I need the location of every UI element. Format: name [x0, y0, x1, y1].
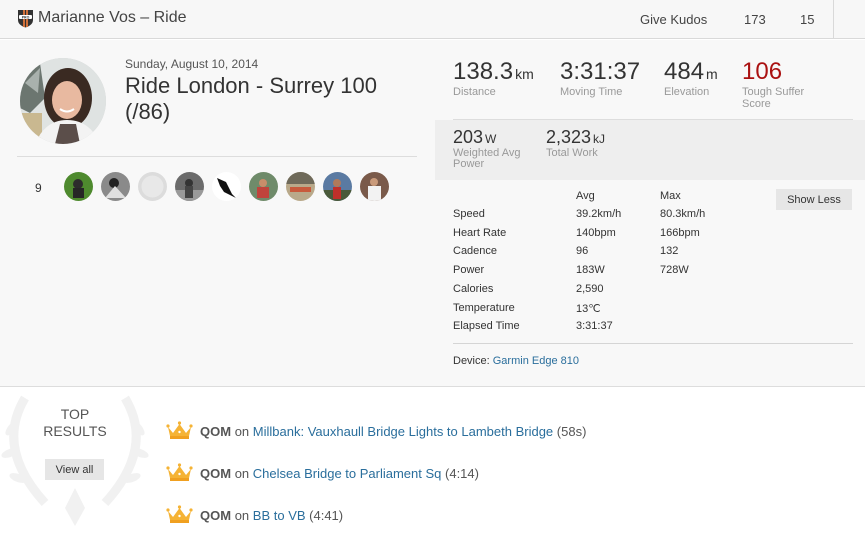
details-label: Temperature	[453, 301, 515, 314]
details-avg: 2,590	[576, 282, 604, 295]
view-all-button[interactable]: View all	[45, 459, 104, 480]
group-athlete-avatar[interactable]	[212, 172, 241, 201]
details-avg: 140bpm	[576, 226, 616, 239]
details-max: 132	[660, 245, 679, 258]
top-result-item: QOM on BB to VB (4:41)	[165, 504, 343, 524]
details-max: 728W	[660, 264, 689, 277]
details-label: Speed	[453, 208, 485, 220]
crown-icon	[165, 462, 194, 482]
divider	[17, 156, 417, 157]
distance-label: Distance	[453, 86, 496, 98]
stat-weighted-power: 203 W Weighted Avg Power	[453, 127, 520, 170]
suffer-score-value: 106	[742, 58, 783, 85]
group-athletes-count[interactable]: 9	[35, 181, 42, 195]
total-work-value: 2,323	[546, 127, 592, 147]
avg-column-header: Avg	[576, 190, 595, 202]
distance-value: 138.3	[453, 58, 514, 85]
achievement-label: QOM	[200, 508, 232, 523]
stat-total-work: 2,323 kJ Total Work	[546, 127, 605, 159]
weighted-power-label-2: Power	[453, 158, 485, 170]
group-athlete-avatar[interactable]	[286, 172, 315, 201]
segment-time: (4:14)	[445, 466, 479, 481]
on-text: on	[234, 466, 250, 481]
segment-time: (4:41)	[309, 508, 344, 523]
activity-date: Sunday, August 10, 2014	[125, 57, 259, 71]
comment-count[interactable]: 15	[800, 12, 814, 27]
achievement-label: QOM	[200, 466, 232, 481]
svg-text:PRO: PRO	[22, 15, 30, 19]
activity-summary: Sunday, August 10, 2014 Ride London - Su…	[0, 40, 865, 387]
group-athlete-avatar[interactable]	[101, 172, 130, 201]
athlete-avatar[interactable]	[20, 58, 106, 144]
stat-suffer-score[interactable]: 106 Tough Suffer Score	[742, 58, 804, 110]
moving-time-value: 3:31:37	[560, 58, 641, 85]
details-avg: 96	[576, 245, 589, 258]
kudos-count[interactable]: 173	[744, 12, 766, 27]
total-work-unit: kJ	[593, 132, 606, 146]
details-label: Heart Rate	[453, 226, 507, 239]
elevation-label: Elevation	[664, 86, 710, 98]
group-athlete-avatar[interactable]	[138, 172, 167, 201]
elevation-value: 484	[664, 58, 705, 85]
crown-icon	[165, 420, 194, 440]
top-result-item: QOM on Millbank: Vauxhaull Bridge Lights…	[165, 420, 586, 440]
details-label: Elapsed Time	[453, 320, 520, 333]
max-column-header: Max	[660, 190, 681, 202]
weighted-power-value: 203	[453, 127, 484, 147]
show-less-button[interactable]: Show Less	[776, 189, 852, 210]
total-work-label: Total Work	[546, 147, 598, 159]
pro-badge-icon: PRO	[18, 10, 33, 28]
crown-icon	[165, 504, 194, 524]
on-text: on	[234, 508, 250, 523]
details-avg: 3:31:37	[576, 320, 613, 333]
segment-link[interactable]: BB to VB	[253, 508, 306, 523]
moving-time-label: Moving Time	[560, 86, 623, 98]
divider	[453, 343, 853, 344]
details-max: 80.3km/h	[660, 208, 706, 220]
page-header: PRO Marianne Vos – Ride Give Kudos 173 1…	[0, 0, 865, 39]
elevation-unit: m	[706, 66, 718, 82]
page-title: Marianne Vos – Ride	[38, 9, 187, 26]
suffer-score-label-1: Tough Suffer	[742, 86, 805, 98]
group-athlete-avatar[interactable]	[64, 172, 93, 201]
group-athletes-list	[64, 172, 389, 201]
details-label: Calories	[453, 282, 494, 295]
group-athlete-avatar[interactable]	[249, 172, 278, 201]
top-results-title-line2: RESULTS	[43, 423, 107, 439]
top-result-item: QOM on Chelsea Bridge to Parliament Sq (…	[165, 462, 479, 482]
give-kudos-button[interactable]: Give Kudos	[640, 12, 707, 27]
top-results-title-line1: TOP	[60, 406, 90, 422]
stat-elevation: 484 m Elevation	[664, 58, 718, 98]
details-max: 166bpm	[660, 226, 700, 239]
stat-moving-time: 3:31:37 Moving Time	[560, 58, 640, 98]
distance-unit: km	[515, 66, 534, 82]
segment-link[interactable]: Millbank: Vauxhaull Bridge Lights to Lam…	[253, 424, 553, 439]
details-avg: 13℃	[576, 302, 601, 315]
device-link[interactable]: Garmin Edge 810	[493, 355, 579, 367]
stat-distance: 138.3 km Distance	[453, 58, 534, 98]
group-athlete-avatar[interactable]	[360, 172, 389, 201]
on-text: on	[234, 424, 250, 439]
header-divider	[833, 0, 834, 39]
top-results-title: TOP RESULTS	[30, 406, 120, 440]
power-stats-panel: 203 W Weighted Avg Power 2,323 kJ Total Wo…	[435, 120, 865, 180]
details-label: Cadence	[453, 245, 498, 258]
details-avg: 39.2km/h	[576, 208, 622, 220]
activity-title: Ride London - Surrey 100 (/86)	[125, 73, 377, 124]
device-info: Device: Garmin Edge 810	[453, 355, 579, 367]
weighted-power-unit: W	[485, 132, 497, 146]
details-label: Power	[453, 264, 485, 277]
group-athlete-avatar[interactable]	[323, 172, 352, 201]
suffer-score-label-2: Score	[742, 98, 771, 110]
segment-link[interactable]: Chelsea Bridge to Parliament Sq	[253, 466, 442, 481]
device-label: Device:	[453, 355, 490, 367]
segment-time: (58s)	[556, 424, 587, 439]
details-avg: 183W	[576, 264, 605, 277]
achievement-label: QOM	[200, 424, 232, 439]
group-athlete-avatar[interactable]	[175, 172, 204, 201]
